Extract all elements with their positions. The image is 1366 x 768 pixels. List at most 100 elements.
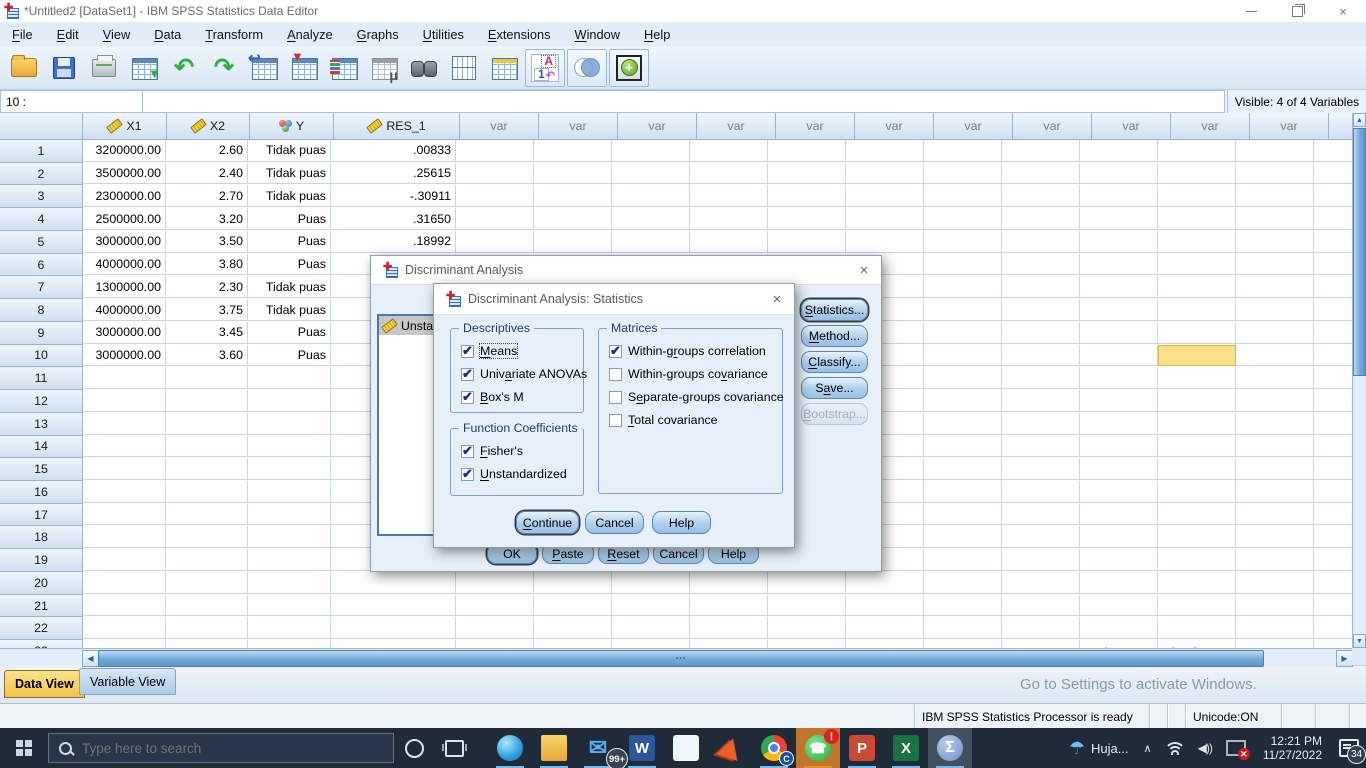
- empty-cell[interactable]: [1002, 185, 1080, 207]
- data-cell[interactable]: [83, 526, 166, 548]
- empty-cell[interactable]: [1080, 254, 1158, 276]
- row-number[interactable]: 11: [0, 367, 83, 390]
- data-cell[interactable]: 3.50: [166, 231, 248, 253]
- empty-cell[interactable]: [612, 140, 690, 162]
- empty-cell[interactable]: [690, 208, 768, 230]
- row-number[interactable]: 20: [0, 572, 83, 595]
- row-number[interactable]: 2: [0, 163, 83, 186]
- column-header-var[interactable]: var: [1171, 113, 1250, 140]
- row-number[interactable]: 18: [0, 526, 83, 549]
- row-number[interactable]: 12: [0, 390, 83, 413]
- empty-cell[interactable]: [1314, 208, 1352, 230]
- data-cell[interactable]: 3500000.00: [83, 163, 166, 185]
- empty-cell[interactable]: [1080, 345, 1158, 367]
- empty-cell[interactable]: [1158, 185, 1236, 207]
- empty-cell[interactable]: [1080, 549, 1158, 571]
- empty-cell[interactable]: [1158, 572, 1236, 594]
- data-cell[interactable]: 3.45: [166, 322, 248, 344]
- empty-cell[interactable]: [534, 231, 612, 253]
- descriptives-button[interactable]: μ: [364, 49, 404, 87]
- empty-cell[interactable]: [1158, 481, 1236, 503]
- empty-cell[interactable]: [1314, 390, 1352, 412]
- empty-cell[interactable]: [846, 617, 924, 639]
- split-file-button[interactable]: [444, 49, 484, 87]
- extensions-button[interactable]: +: [609, 49, 649, 87]
- menu-analyze[interactable]: Analyze: [275, 24, 345, 45]
- empty-cell[interactable]: [1236, 549, 1314, 571]
- empty-cell[interactable]: [924, 345, 1002, 367]
- data-cell[interactable]: [248, 617, 331, 639]
- empty-cell[interactable]: [1080, 595, 1158, 617]
- empty-cell[interactable]: [534, 185, 612, 207]
- data-cell[interactable]: [166, 390, 248, 412]
- empty-cell[interactable]: [768, 231, 846, 253]
- empty-cell[interactable]: [768, 208, 846, 230]
- data-cell[interactable]: 2500000.00: [83, 208, 166, 230]
- empty-cell[interactable]: [612, 163, 690, 185]
- row-number[interactable]: 10: [0, 345, 83, 368]
- empty-cell[interactable]: [924, 163, 1002, 185]
- empty-cell[interactable]: [1158, 436, 1236, 458]
- use-sets-button[interactable]: [567, 49, 607, 87]
- scroll-down-button[interactable]: ▼: [1353, 634, 1366, 648]
- data-cell[interactable]: [166, 504, 248, 526]
- data-cell[interactable]: [83, 617, 166, 639]
- empty-cell[interactable]: [1314, 617, 1352, 639]
- empty-cell[interactable]: [1314, 322, 1352, 344]
- empty-cell[interactable]: [1002, 504, 1080, 526]
- data-cell[interactable]: [248, 413, 331, 435]
- checkbox-icon[interactable]: [609, 345, 622, 358]
- empty-cell[interactable]: [456, 617, 534, 639]
- empty-cell[interactable]: [1236, 436, 1314, 458]
- empty-cell[interactable]: [1236, 595, 1314, 617]
- menu-edit[interactable]: Edit: [45, 24, 91, 45]
- empty-cell[interactable]: [924, 504, 1002, 526]
- data-cell[interactable]: 4000000.00: [83, 299, 166, 321]
- checkbox-icon[interactable]: [461, 368, 474, 381]
- empty-cell[interactable]: [1158, 322, 1236, 344]
- empty-cell[interactable]: [690, 617, 768, 639]
- data-cell[interactable]: [248, 640, 331, 648]
- empty-cell[interactable]: [924, 367, 1002, 389]
- empty-cell[interactable]: [1080, 367, 1158, 389]
- empty-cell[interactable]: [924, 526, 1002, 548]
- data-cell[interactable]: [166, 481, 248, 503]
- empty-cell[interactable]: [1158, 140, 1236, 162]
- empty-cell[interactable]: [690, 140, 768, 162]
- empty-cell[interactable]: [1158, 617, 1236, 639]
- column-header-var[interactable]: var: [539, 113, 618, 140]
- statistics-button[interactable]: Statistics...: [801, 299, 868, 321]
- undo-button[interactable]: ↶: [164, 49, 204, 87]
- empty-cell[interactable]: [1158, 549, 1236, 571]
- empty-cell[interactable]: [924, 640, 1002, 648]
- empty-cell[interactable]: [1314, 367, 1352, 389]
- checkbox-icon[interactable]: [609, 391, 622, 404]
- data-cell[interactable]: [166, 572, 248, 594]
- volume-icon[interactable]: ◀)): [1191, 741, 1219, 755]
- data-cell[interactable]: [83, 640, 166, 648]
- empty-cell[interactable]: [1080, 572, 1158, 594]
- empty-cell[interactable]: [534, 140, 612, 162]
- scroll-right-button[interactable]: ▶: [1336, 650, 1353, 667]
- selected-cell[interactable]: [1158, 345, 1236, 367]
- column-header-y[interactable]: Y: [250, 113, 334, 140]
- empty-cell[interactable]: [924, 185, 1002, 207]
- empty-cell[interactable]: [1080, 276, 1158, 298]
- start-button[interactable]: [0, 728, 48, 768]
- minimize-button[interactable]: [1228, 0, 1274, 22]
- row-number[interactable]: 15: [0, 458, 83, 481]
- column-header-var[interactable]: var: [934, 113, 1013, 140]
- menu-utilities[interactable]: Utilities: [411, 24, 476, 45]
- column-header-x1[interactable]: X1: [83, 113, 167, 140]
- scroll-up-button[interactable]: ▲: [1353, 113, 1366, 127]
- checkbox-icon[interactable]: [461, 468, 474, 481]
- empty-cell[interactable]: [1314, 526, 1352, 548]
- empty-cell[interactable]: [1002, 299, 1080, 321]
- empty-cell[interactable]: [1080, 458, 1158, 480]
- empty-cell[interactable]: [1236, 231, 1314, 253]
- empty-cell[interactable]: [1314, 276, 1352, 298]
- statistics-dialog-close-icon[interactable]: ×: [768, 291, 786, 308]
- row-number[interactable]: 14: [0, 436, 83, 459]
- checkbox-icon[interactable]: [461, 445, 474, 458]
- taskbar-matlab-button[interactable]: [708, 728, 752, 768]
